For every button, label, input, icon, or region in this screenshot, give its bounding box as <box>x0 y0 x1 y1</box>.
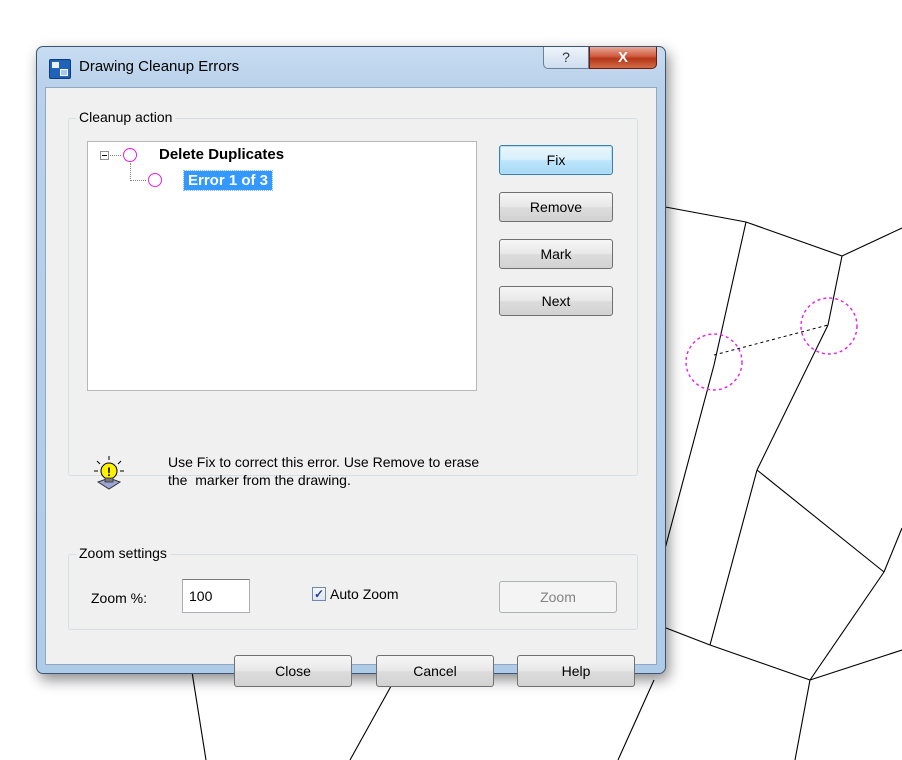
hint-line-2: the marker from the drawing. <box>168 472 351 488</box>
zoom-percent-label: Zoom %: <box>91 590 148 606</box>
cancel-button[interactable]: Cancel <box>376 655 494 687</box>
title-bar[interactable]: Drawing Cleanup Errors ? X <box>37 47 665 87</box>
zoom-percent-input[interactable] <box>182 579 250 613</box>
auto-zoom-label[interactable]: Auto Zoom <box>330 586 398 602</box>
auto-zoom-checkbox[interactable]: ✓ <box>312 587 326 601</box>
marker-circle-icon <box>123 148 137 162</box>
hint-text: Use Fix to correct this error. Use Remov… <box>168 453 608 489</box>
lightbulb-icon: ! <box>94 456 124 490</box>
zoom-button[interactable]: Zoom <box>499 581 617 613</box>
help-title-button[interactable]: ? <box>543 47 589 69</box>
error-tree[interactable]: Delete Duplicates Error 1 of 3 <box>87 141 477 391</box>
dialog-title: Drawing Cleanup Errors <box>79 58 240 75</box>
error-marker <box>685 333 743 391</box>
next-button[interactable]: Next <box>499 286 613 316</box>
close-button[interactable]: Close <box>234 655 352 687</box>
hint-line-1: Use Fix to correct this error. Use Remov… <box>168 454 480 470</box>
svg-text:!: ! <box>107 465 111 479</box>
tree-node-error[interactable]: Error 1 of 3 <box>182 170 274 191</box>
cleanup-action-label: Cleanup action <box>76 109 176 125</box>
remove-button[interactable]: Remove <box>499 192 613 222</box>
collapse-icon[interactable] <box>100 151 109 160</box>
close-title-button[interactable]: X <box>589 47 657 69</box>
zoom-settings-label: Zoom settings <box>76 545 170 561</box>
app-icon <box>49 59 71 79</box>
drawing-cleanup-dialog: Drawing Cleanup Errors ? X Cleanup actio… <box>36 46 666 687</box>
error-marker <box>800 297 858 355</box>
help-button[interactable]: Help <box>517 655 635 687</box>
mark-button[interactable]: Mark <box>499 239 613 269</box>
tree-node-delete-duplicates[interactable]: Delete Duplicates <box>159 146 284 163</box>
dialog-body: Cleanup action Delete Duplicates Error 1… <box>45 87 657 687</box>
fix-button[interactable]: Fix <box>499 145 613 175</box>
marker-circle-icon <box>148 173 162 187</box>
